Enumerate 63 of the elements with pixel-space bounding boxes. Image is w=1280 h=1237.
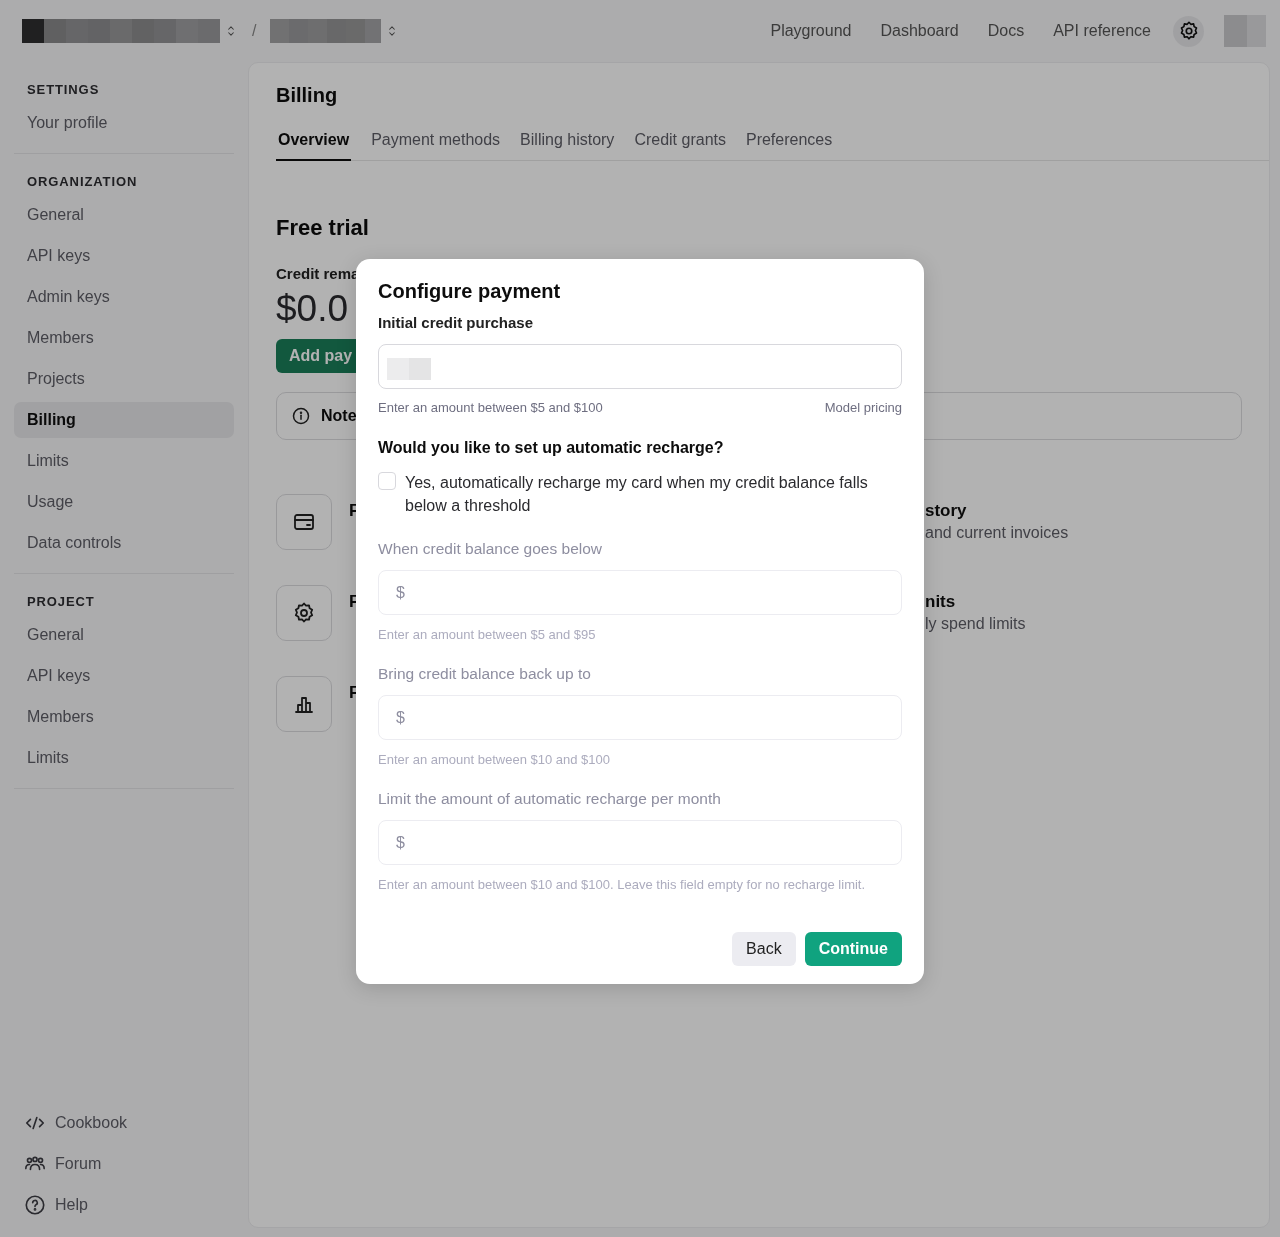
sidebar-item[interactable]: Limits [14, 443, 234, 479]
field-label: When credit balance goes below [378, 539, 604, 559]
settings-icon [292, 601, 316, 625]
icon-tile[interactable] [276, 585, 332, 641]
sidebar-link[interactable]: Help [14, 1187, 234, 1223]
sidebar-item[interactable]: API keys [14, 238, 234, 274]
blurred-value [387, 357, 431, 380]
note-text: Note [321, 407, 357, 425]
checkbox[interactable] [378, 472, 396, 490]
sidebar-item[interactable]: API keys [14, 658, 234, 694]
sidebar-item[interactable]: Usage [14, 484, 234, 520]
section-title: Free trial [276, 215, 370, 242]
icon-tile[interactable] [276, 676, 332, 732]
credit-amount: $0.0 [276, 287, 348, 331]
tab[interactable]: Billing history [510, 131, 625, 161]
sidebar-item[interactable]: General [14, 617, 234, 653]
nav-link[interactable]: Playground [770, 22, 852, 40]
question-text: Would you like to set up automatic recharge? [378, 439, 725, 458]
sidebar-item[interactable]: Admin keys [14, 279, 234, 315]
page-title: Billing [276, 83, 339, 108]
tab[interactable]: Credit grants [624, 131, 736, 161]
field-label: Initial credit purchase [378, 313, 535, 333]
sidebar-item[interactable]: Your profile [14, 105, 234, 141]
sidebar-item[interactable]: Members [14, 320, 234, 356]
nav-link[interactable]: Dashboard [880, 22, 959, 40]
sidebar-item[interactable]: Data controls [14, 525, 234, 561]
sidebar-item[interactable]: Limits [14, 740, 234, 776]
field-hint: Enter an amount between $10 and $100 [378, 752, 611, 769]
tab[interactable]: Overview [276, 131, 352, 161]
card-title[interactable]: nits [925, 592, 1242, 612]
checkbox-label[interactable]: Yes, automatically recharge my card when my credit balance falls below a threshold [405, 471, 902, 517]
tab[interactable]: Preferences [735, 131, 843, 161]
nav-link[interactable]: API reference [1053, 22, 1151, 40]
continue-button[interactable]: Continue [804, 932, 902, 966]
back-button[interactable]: Back [732, 932, 796, 966]
tab[interactable]: Payment methods [361, 131, 511, 161]
sidebar-item[interactable]: General [14, 197, 234, 233]
settings-button[interactable] [1173, 15, 1204, 47]
card-description: and current invoices [925, 524, 1070, 543]
field-hint: Enter an amount between $10 and $100. Leave this field empty for no recharge limit. [378, 877, 867, 894]
help-icon [24, 1194, 46, 1216]
blurred-organization-name[interactable] [22, 19, 220, 43]
sidebar-item[interactable]: Members [14, 699, 234, 735]
amount-input-field[interactable] [378, 344, 902, 389]
card-title[interactable]: story [925, 501, 1242, 521]
field-label: Bring credit balance back up to [378, 664, 592, 684]
card-description: ly spend limits [925, 615, 1027, 634]
field-hint: Enter an amount between $5 and $95 [378, 627, 597, 644]
section-heading: SETTINGS [27, 81, 101, 99]
icon-tile[interactable] [276, 494, 332, 550]
section-heading: PROJECT [27, 593, 96, 611]
breadcrumb-separator: / [252, 22, 257, 40]
dialog-title: Configure payment [378, 279, 562, 304]
field-label: Limit the amount of automatic recharge per month [378, 789, 722, 809]
sidebar-item[interactable]: Billing [14, 402, 234, 438]
nav-link[interactable]: Docs [987, 22, 1025, 40]
sidebar-item[interactable]: Projects [14, 361, 234, 397]
field-hint: Enter an amount between $5 and $100 [378, 400, 603, 417]
sidebar-link[interactable]: Forum [14, 1146, 234, 1182]
info-icon [291, 406, 311, 426]
model-pricing-link[interactable]: Model pricing [824, 400, 902, 417]
section-heading: ORGANIZATION [27, 173, 139, 191]
sidebar-link[interactable]: Cookbook [14, 1105, 234, 1141]
